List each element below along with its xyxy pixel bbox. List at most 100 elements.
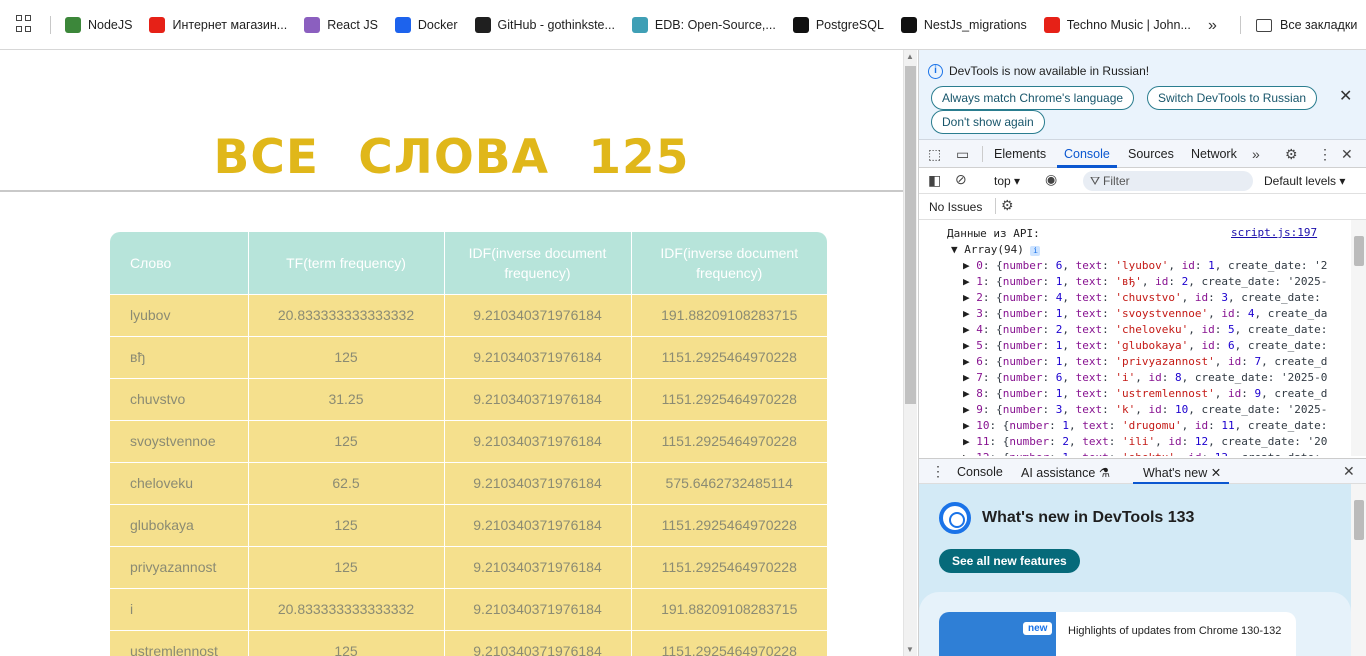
expand-arrow-icon[interactable]: ▶ <box>963 371 976 384</box>
array-entry[interactable]: ▶ 0: {number: 6, text: 'lyubov', id: 1, … <box>963 258 1327 274</box>
close-drawer-icon[interactable]: ✕ <box>1343 463 1355 480</box>
close-icon[interactable]: ✕ <box>1339 86 1352 106</box>
clear-console-icon[interactable]: ⊘ <box>955 171 967 188</box>
info-icon: i <box>928 64 943 79</box>
dont-show-again-button[interactable]: Don't show again <box>931 110 1045 134</box>
bookmark-item[interactable]: React JS <box>304 16 378 33</box>
expand-arrow-icon[interactable]: ▶ <box>963 275 976 288</box>
drawer-menu-icon[interactable]: ⋮ <box>931 463 945 480</box>
divider <box>982 146 983 162</box>
nodejs-icon <box>65 16 81 33</box>
array-entry[interactable]: ▶ 10: {number: 1, text: 'drugomu', id: 1… <box>963 418 1327 434</box>
highlights-card: new Highlights of updates from Chrome 13… <box>919 592 1351 656</box>
bookmark-item[interactable]: GitHub - gothinkste... <box>474 16 615 33</box>
array-entry[interactable]: ▶ 2: {number: 4, text: 'chuvstvo', id: 3… <box>963 290 1321 306</box>
tab-elements[interactable]: Elements <box>994 147 1046 161</box>
drawer-tab-ai-assistance[interactable]: AI assistance ⚗ <box>1021 465 1110 480</box>
scrollbar-thumb[interactable] <box>1354 500 1364 540</box>
expand-arrow-icon[interactable]: ▶ <box>963 387 976 400</box>
bookmark-item[interactable]: Techno Music | John... <box>1043 16 1191 33</box>
all-bookmarks-button[interactable]: Все закладки <box>1256 18 1357 32</box>
log-levels-select[interactable]: Default levels ▾ <box>1264 174 1345 188</box>
inspect-icon[interactable]: ⬚ <box>928 146 941 163</box>
expand-arrow-icon[interactable]: ▶ <box>963 451 976 456</box>
context-selector[interactable]: top ▾ <box>994 174 1020 188</box>
bookmark-item[interactable]: NestJs_migrations <box>900 16 1027 33</box>
highlights-item[interactable]: new Highlights of updates from Chrome 13… <box>939 612 1296 656</box>
match-language-button[interactable]: Always match Chrome's language <box>931 86 1135 110</box>
scrollbar-thumb[interactable] <box>1354 236 1364 266</box>
array-entry[interactable]: ▶ 9: {number: 3, text: 'k', id: 10, crea… <box>963 402 1327 418</box>
expand-arrow-icon[interactable]: ▶ <box>963 339 976 352</box>
bookmark-item[interactable]: EDB: Open-Source,... <box>631 16 776 33</box>
array-entry[interactable]: ▶ 12: {number: 1, text: 'obektu', id: 13… <box>963 450 1321 456</box>
bookmark-item[interactable]: Docker <box>394 16 458 33</box>
expand-arrow-icon[interactable]: ▶ <box>963 435 976 448</box>
filter-input[interactable]: ⛛ Filter <box>1083 171 1253 191</box>
kebab-menu-icon[interactable]: ⋮ <box>1318 146 1332 163</box>
array-entry[interactable]: ▶ 6: {number: 1, text: 'privyazannost', … <box>963 354 1327 370</box>
table-cell: 9.210340371976184 <box>444 293 632 336</box>
entry-text: 'cheloveku' <box>1115 323 1189 336</box>
expand-arrow-icon[interactable]: ▶ <box>963 259 976 272</box>
expand-arrow-icon[interactable]: ▶ <box>963 419 976 432</box>
tab-console[interactable]: Console <box>1064 147 1110 161</box>
tab-sources[interactable]: Sources <box>1128 147 1174 161</box>
table-header: TF(term frequency) <box>248 232 445 294</box>
expand-arrow-icon[interactable]: ▶ <box>963 291 976 304</box>
entry-text: 'вђ' <box>1115 275 1142 288</box>
filter-placeholder: Filter <box>1103 174 1130 188</box>
entry-tail: create_date: '2025- <box>1201 275 1328 288</box>
array-entry[interactable]: ▶ 11: {number: 2, text: 'ili', id: 12, c… <box>963 434 1327 450</box>
entry-index: 3 <box>976 307 983 320</box>
entry-index: 8 <box>976 387 983 400</box>
expand-arrow-icon[interactable]: ▶ <box>963 307 976 320</box>
array-entry[interactable]: ▶ 4: {number: 2, text: 'cheloveku', id: … <box>963 322 1327 338</box>
page-scrollbar[interactable]: ▲ ▼ <box>903 50 917 656</box>
array-entry[interactable]: ▶ 5: {number: 1, text: 'glubokaya', id: … <box>963 338 1327 354</box>
expand-arrow-icon[interactable]: ▶ <box>963 355 976 368</box>
array-entry[interactable]: ▶ 1: {number: 1, text: 'вђ', id: 2, crea… <box>963 274 1327 290</box>
bookmark-item[interactable]: Интернет магазин... <box>149 16 287 33</box>
entry-text: 'lyubov' <box>1115 259 1169 272</box>
tab-network[interactable]: Network <box>1191 147 1237 161</box>
drawer-tab-whats-new[interactable]: What's new ✕ <box>1143 465 1221 480</box>
scroll-down-icon[interactable]: ▼ <box>906 645 914 654</box>
more-bookmarks-icon[interactable]: » <box>1208 17 1217 35</box>
bookmark-item[interactable]: PostgreSQL <box>792 16 884 33</box>
more-tabs-icon[interactable]: » <box>1252 146 1260 162</box>
source-link[interactable]: script.js:197 <box>1231 226 1317 239</box>
apps-grid-icon[interactable] <box>16 14 36 35</box>
scrollbar-thumb[interactable] <box>905 66 916 404</box>
eye-icon[interactable]: ◉ <box>1045 171 1057 188</box>
flask-icon: ⚗ <box>1098 466 1111 480</box>
bookmark-item[interactable]: NodeJS <box>65 16 132 33</box>
gear-icon[interactable]: ⚙ <box>1001 197 1014 214</box>
table-row: privyazannost 125 9.210340371976184 1151.29… <box>110 545 827 588</box>
table-row: ustremlennost 125 9.210340371976184 1151.29… <box>110 629 827 656</box>
gear-icon[interactable]: ⚙ <box>1285 146 1298 163</box>
entry-index: 7 <box>976 371 983 384</box>
console-scrollbar[interactable] <box>1351 220 1366 456</box>
scroll-up-icon[interactable]: ▲ <box>906 52 914 61</box>
array-toggle[interactable]: ▼ Array(94) i <box>951 242 1041 258</box>
switch-russian-button[interactable]: Switch DevTools to Russian <box>1147 86 1318 110</box>
whats-new-scrollbar[interactable] <box>1351 484 1366 656</box>
expand-arrow-icon[interactable]: ▶ <box>963 323 976 336</box>
entry-text: 'chuvstvo' <box>1115 291 1182 304</box>
array-entry[interactable]: ▶ 7: {number: 6, text: 'i', id: 8, creat… <box>963 370 1327 386</box>
close-tab-icon[interactable]: ✕ <box>1211 466 1221 480</box>
close-devtools-icon[interactable]: ✕ <box>1341 146 1353 163</box>
see-all-features-button[interactable]: See all new features <box>939 549 1080 573</box>
table-cell: chuvstvo <box>110 377 249 420</box>
entry-index: 11 <box>976 435 990 448</box>
expand-arrow-icon[interactable]: ▶ <box>963 403 976 416</box>
issues-status[interactable]: No Issues <box>929 200 982 214</box>
sidebar-toggle-icon[interactable]: ◧ <box>928 172 941 189</box>
drawer-tab-console[interactable]: Console <box>957 465 1003 479</box>
device-toolbar-icon[interactable]: ▭ <box>956 146 969 163</box>
table-cell: 9.210340371976184 <box>444 461 632 504</box>
array-entry[interactable]: ▶ 8: {number: 1, text: 'ustremlennost', … <box>963 386 1327 402</box>
array-entry[interactable]: ▶ 3: {number: 1, text: 'svoystvennoe', i… <box>963 306 1327 322</box>
bookmark-label: React JS <box>327 17 378 32</box>
